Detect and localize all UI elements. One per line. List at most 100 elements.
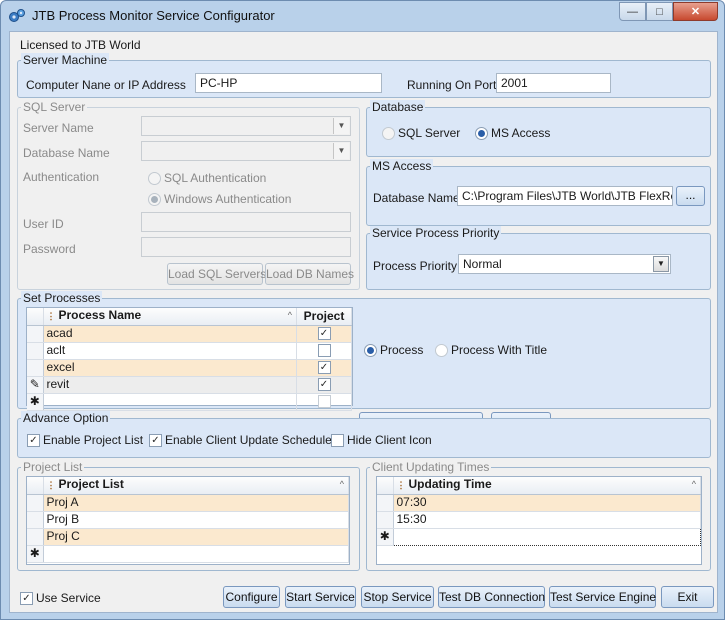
windows-auth-radio[interactable]: Windows Authentication xyxy=(148,192,291,206)
time-cell[interactable] xyxy=(392,527,701,546)
stop-service-button[interactable]: Stop Service xyxy=(361,586,434,608)
time-cell[interactable]: 15:30 xyxy=(393,511,701,529)
process-name-cell[interactable]: aclt xyxy=(43,342,297,360)
edit-row-icon: ✎ xyxy=(27,376,44,394)
project-cell[interactable]: ✓ xyxy=(296,376,352,394)
table-row[interactable]: excel ✓ xyxy=(27,359,352,377)
grid-corner xyxy=(377,477,394,495)
process-with-title-radio[interactable]: Process With Title xyxy=(435,343,547,357)
browse-button[interactable]: ... xyxy=(676,186,705,206)
grid-corner xyxy=(27,477,44,495)
maximize-button[interactable]: □ xyxy=(646,2,673,21)
test-service-engine-button[interactable]: Test Service Engine xyxy=(549,586,656,608)
enable-client-update-checkbox[interactable]: ✓ Enable Client Update Schedule xyxy=(149,433,332,447)
row-header[interactable] xyxy=(27,325,44,343)
project-cell[interactable] xyxy=(296,393,352,411)
enable-project-list-checkbox[interactable]: ✓ Enable Project List xyxy=(27,433,143,447)
window-title: JTB Process Monitor Service Configurator xyxy=(32,8,275,23)
start-service-button[interactable]: Start Service xyxy=(285,586,356,608)
table-row[interactable]: aclt xyxy=(27,342,352,360)
updating-time-header[interactable]: ⋮ Updating Time ^ xyxy=(393,477,701,495)
radio-circle xyxy=(475,126,488,140)
project-checkbox[interactable] xyxy=(317,395,331,409)
row-header[interactable] xyxy=(27,528,44,546)
process-radio[interactable]: Process xyxy=(364,343,423,357)
project-cell[interactable]: Proj A xyxy=(43,494,349,512)
ms-access-db-label: Database Name xyxy=(373,191,460,205)
minimize-button[interactable]: — xyxy=(619,2,646,21)
port-input[interactable]: 2001 xyxy=(496,73,611,93)
exit-button[interactable]: Exit xyxy=(661,586,714,608)
table-row[interactable]: Proj B xyxy=(27,511,349,529)
load-sql-servers-button[interactable]: Load SQL Servers xyxy=(167,263,266,285)
table-row[interactable]: ✎ revit ✓ xyxy=(27,376,352,394)
sql-auth-radio[interactable]: SQL Authentication xyxy=(148,171,266,185)
new-row[interactable]: ✱ xyxy=(377,527,701,546)
project-cell[interactable]: Proj B xyxy=(43,511,349,529)
row-header[interactable] xyxy=(27,359,44,377)
new-row[interactable]: ✱ xyxy=(27,393,352,411)
project-cell[interactable] xyxy=(43,545,349,563)
new-row[interactable]: ✱ xyxy=(27,545,349,563)
chevron-down-icon: ▼ xyxy=(333,118,349,134)
password-label: Password xyxy=(23,242,76,256)
sql-server-radio[interactable]: SQL Server xyxy=(382,126,460,140)
row-header[interactable] xyxy=(377,494,394,512)
user-id-input[interactable] xyxy=(141,212,351,232)
check-icon: ✓ xyxy=(149,433,162,447)
client-updating-group: Client Updating Times ⋮ Updating Time ^ 07… xyxy=(366,460,711,571)
project-checkbox[interactable] xyxy=(317,344,331,358)
process-name-cell[interactable] xyxy=(43,393,297,411)
configure-button[interactable]: Configure xyxy=(223,586,280,608)
project-cell[interactable]: ✓ xyxy=(296,359,352,377)
new-row-icon: ✱ xyxy=(27,545,44,563)
table-row[interactable]: 07:30 xyxy=(377,494,701,512)
priority-label: Process Priority xyxy=(373,259,458,273)
table-row[interactable]: 15:30 xyxy=(377,511,701,529)
project-cell[interactable] xyxy=(296,342,352,360)
time-cell[interactable]: 07:30 xyxy=(393,494,701,512)
row-header[interactable] xyxy=(27,342,44,360)
chevron-down-icon: ▼ xyxy=(653,256,669,272)
load-db-names-button[interactable]: Load DB Names xyxy=(265,263,354,285)
row-header[interactable] xyxy=(27,511,44,529)
project-checkbox[interactable]: ✓ xyxy=(317,378,331,392)
set-processes-title: Set Processes xyxy=(21,291,103,305)
ms-access-radio[interactable]: MS Access xyxy=(475,126,550,140)
ms-access-db-path[interactable]: C:\Program Files\JTB World\JTB FlexRepor… xyxy=(457,186,673,206)
server-name-combo[interactable]: ▼ xyxy=(141,116,351,136)
new-row-icon: ✱ xyxy=(377,528,394,546)
process-name-cell[interactable]: excel xyxy=(43,359,297,377)
test-db-connection-button[interactable]: Test DB Connection xyxy=(438,586,545,608)
process-name-cell[interactable]: acad xyxy=(43,325,297,343)
use-service-checkbox[interactable]: ✓ Use Service xyxy=(20,591,101,605)
priority-title: Service Process Priority xyxy=(370,226,502,240)
new-row-icon: ✱ xyxy=(27,393,44,411)
table-row[interactable]: Proj C xyxy=(27,528,349,546)
project-cell[interactable]: Proj C xyxy=(43,528,349,546)
project-cell[interactable]: ✓ xyxy=(296,325,352,343)
project-list-header[interactable]: ⋮ Project List ^ xyxy=(43,477,349,495)
table-row[interactable]: Proj A xyxy=(27,494,349,512)
row-header[interactable] xyxy=(27,494,44,512)
priority-combo[interactable]: Normal ▼ xyxy=(458,254,671,274)
project-header[interactable]: Project xyxy=(296,308,352,326)
radio-circle xyxy=(364,343,377,357)
computer-input[interactable]: PC-HP xyxy=(195,73,382,93)
project-checkbox[interactable]: ✓ xyxy=(317,361,331,375)
row-header[interactable] xyxy=(377,511,394,529)
updating-times-grid[interactable]: ⋮ Updating Time ^ 07:30 15:30 ✱ xyxy=(376,476,702,565)
title-bar[interactable]: JTB Process Monitor Service Configurator… xyxy=(1,1,724,31)
processes-grid[interactable]: ⋮ Process Name ^ Project acad ✓ aclt exc… xyxy=(26,307,353,411)
port-label: Running On Port xyxy=(407,78,497,92)
project-checkbox[interactable]: ✓ xyxy=(317,327,331,341)
close-button[interactable]: ✕ xyxy=(673,2,718,21)
process-name-header[interactable]: ⋮ Process Name ^ xyxy=(43,308,297,326)
table-row[interactable]: acad ✓ xyxy=(27,325,352,343)
priority-group: Service Process Priority Process Priorit… xyxy=(366,226,711,290)
database-name-combo[interactable]: ▼ xyxy=(141,141,351,161)
password-input[interactable] xyxy=(141,237,351,257)
project-list-grid[interactable]: ⋮ Project List ^ Proj A Proj B Proj C ✱ xyxy=(26,476,350,565)
process-name-cell[interactable]: revit xyxy=(43,376,297,394)
hide-client-icon-checkbox[interactable]: Hide Client Icon xyxy=(331,433,432,447)
